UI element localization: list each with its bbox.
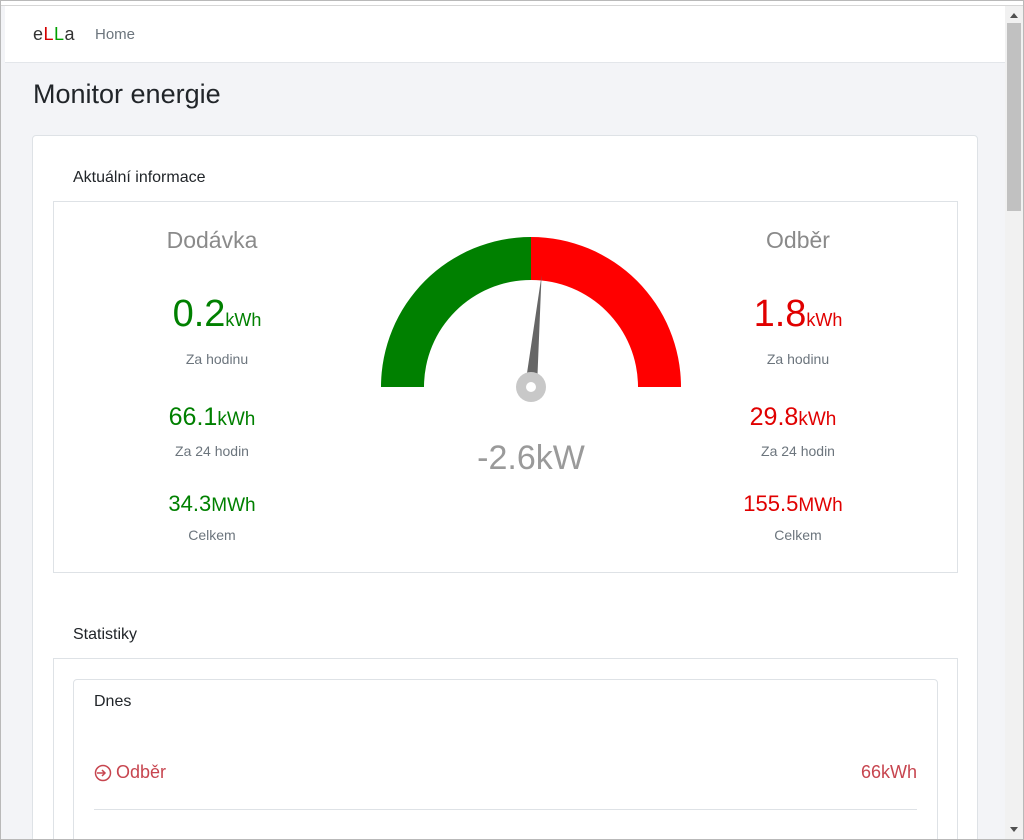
today-consumption-label-wrap: Odběr <box>94 762 166 783</box>
sign-in-icon <box>94 764 112 781</box>
brand-letter-a: a <box>64 24 76 44</box>
navbar: eLLa Home <box>5 6 1005 63</box>
supply-total-number: 34.3 <box>168 491 212 516</box>
consumption-total-label: Celkem <box>774 527 822 543</box>
gauge-needle <box>525 275 542 388</box>
brand-letter-l1: L <box>43 24 55 44</box>
supply-hour-value: 0.2kWh <box>97 293 337 336</box>
supply-column: Dodávka <box>92 227 332 254</box>
supply-day-value: 66.1kWh <box>92 403 332 432</box>
scroll-up-arrow-icon[interactable] <box>1005 8 1023 22</box>
supply-day-number: 66.1 <box>168 403 218 431</box>
nav-home-link[interactable]: Home <box>95 26 135 43</box>
supply-day-unit: kWh <box>217 409 256 430</box>
consumption-hour-number: 1.8 <box>753 293 807 335</box>
consumption-day-value: 29.8kWh <box>673 403 913 432</box>
consumption-hour-label: Za hodinu <box>766 351 830 367</box>
consumption-day-label: Za 24 hodin <box>761 443 835 459</box>
consumption-total-unit: MWh <box>798 495 843 516</box>
browser-window: eLLa Home Monitor energie Aktuální infor… <box>0 0 1024 840</box>
scrollbar-thumb[interactable] <box>1007 23 1021 211</box>
today-consumption-row: Odběr 66kWh <box>94 762 917 810</box>
page-title: Monitor energie <box>33 79 221 109</box>
consumption-total-number: 155.5 <box>743 491 799 516</box>
supply-total-unit: MWh <box>211 495 256 516</box>
supply-hour-number: 0.2 <box>172 293 226 335</box>
supply-total-label: Celkem <box>188 527 236 543</box>
brand-letter-e: e <box>33 24 44 44</box>
today-consumption-value: 66kWh <box>860 762 917 782</box>
consumption-day-number: 29.8 <box>749 403 799 431</box>
supply-hour-label: Za hodinu <box>185 351 249 367</box>
current-info-title: Aktuální informace <box>73 169 206 186</box>
supply-total-value: 34.3MWh <box>92 491 332 517</box>
today-card: Dnes Odběr 66kWh <box>73 679 938 839</box>
supply-day-label: Za 24 hodin <box>175 443 249 459</box>
gauge-arc-supply <box>381 237 531 387</box>
consumption-total-value: 155.5MWh <box>673 491 913 517</box>
today-consumption-label: Odběr <box>116 762 167 782</box>
brand-letter-l2: L <box>54 24 65 44</box>
power-gauge <box>381 237 681 402</box>
stats-title: Statistiky <box>73 626 138 643</box>
gauge-hub-center <box>526 382 536 392</box>
consumption-hour-unit: kWh <box>806 310 843 330</box>
scroll-down-arrow-icon[interactable] <box>1005 823 1023 837</box>
gauge-value-readout: -2.6kW <box>477 439 585 477</box>
gauge-arc-consumption <box>531 237 681 387</box>
consumption-column: Odběr <box>678 227 918 254</box>
supply-title: Dodávka <box>166 227 258 253</box>
consumption-title: Odběr <box>766 227 830 253</box>
consumption-day-unit: kWh <box>798 409 837 430</box>
supply-hour-unit: kWh <box>225 310 262 330</box>
vertical-scrollbar[interactable] <box>1005 6 1023 839</box>
today-title: Dnes <box>94 693 132 710</box>
consumption-hour-value: 1.8kWh <box>678 293 918 336</box>
brand-logo[interactable]: eLLa <box>33 24 75 45</box>
